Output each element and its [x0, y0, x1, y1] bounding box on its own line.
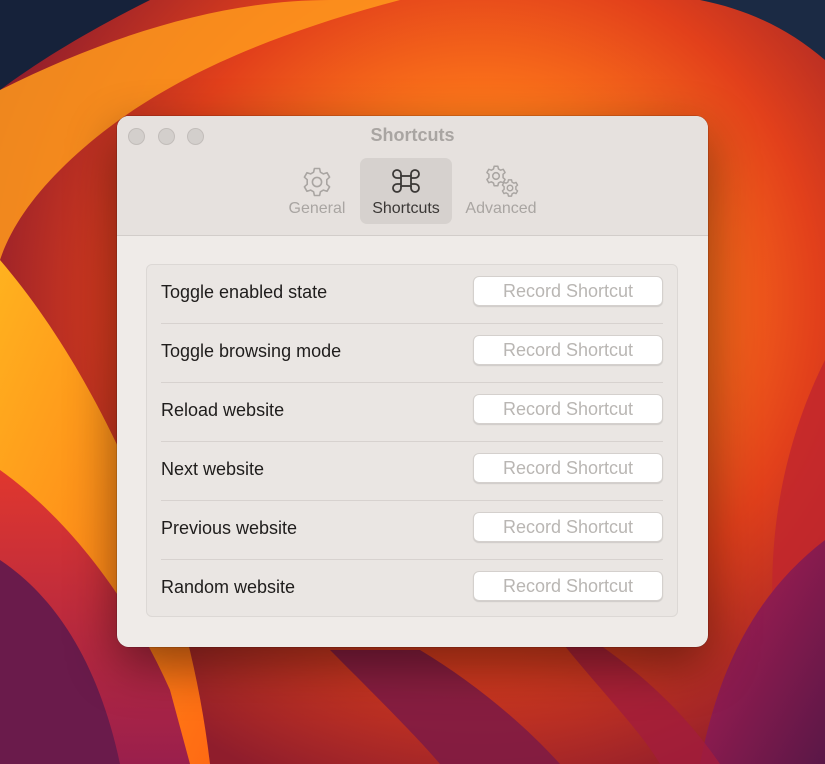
- tab-advanced-label: Advanced: [465, 200, 537, 217]
- shortcut-row-reload: Reload website Record Shortcut: [161, 383, 663, 442]
- shortcut-row-next: Next website Record Shortcut: [161, 442, 663, 501]
- record-shortcut-button[interactable]: Record Shortcut: [473, 335, 663, 365]
- tab-general-label: General: [288, 200, 346, 217]
- window-title: Shortcuts: [370, 125, 455, 145]
- gear-icon: [303, 167, 331, 197]
- shortcut-label: Reload website: [161, 400, 285, 420]
- desktop: Shortcuts General Shortcuts Advanced Tog…: [0, 0, 825, 764]
- tab-shortcuts-label: Shortcuts: [372, 200, 440, 217]
- shortcut-label: Next website: [161, 459, 265, 479]
- preferences-window: Shortcuts General Shortcuts Advanced Tog…: [117, 116, 708, 647]
- shortcut-row-random: Random website Record Shortcut: [161, 560, 663, 619]
- record-shortcut-button[interactable]: Record Shortcut: [473, 571, 663, 601]
- shortcut-label: Previous website: [161, 518, 298, 538]
- shortcut-row-toggle-browsing: Toggle browsing mode Record Shortcut: [161, 324, 663, 383]
- gears-icon: [486, 165, 519, 197]
- shortcut-row-toggle-enabled: Toggle enabled state Record Shortcut: [161, 265, 663, 324]
- record-shortcut-button[interactable]: Record Shortcut: [473, 453, 663, 483]
- tab-shortcuts[interactable]: Shortcuts: [360, 158, 452, 224]
- record-shortcut-button[interactable]: Record Shortcut: [473, 276, 663, 306]
- record-shortcut-button[interactable]: Record Shortcut: [473, 512, 663, 542]
- shortcut-label: Random website: [161, 577, 296, 597]
- shortcut-label: Toggle browsing mode: [161, 341, 342, 361]
- shortcut-label: Toggle enabled state: [161, 282, 328, 302]
- record-shortcut-button[interactable]: Record Shortcut: [473, 394, 663, 424]
- tab-advanced[interactable]: Advanced: [457, 158, 545, 224]
- tab-general[interactable]: General: [279, 158, 355, 224]
- shortcut-row-previous: Previous website Record Shortcut: [161, 501, 663, 560]
- shortcuts-list: Toggle enabled state Record Shortcut Tog…: [146, 264, 678, 617]
- command-icon: [392, 169, 420, 193]
- titlebar: Shortcuts General Shortcuts Advanced: [117, 116, 708, 236]
